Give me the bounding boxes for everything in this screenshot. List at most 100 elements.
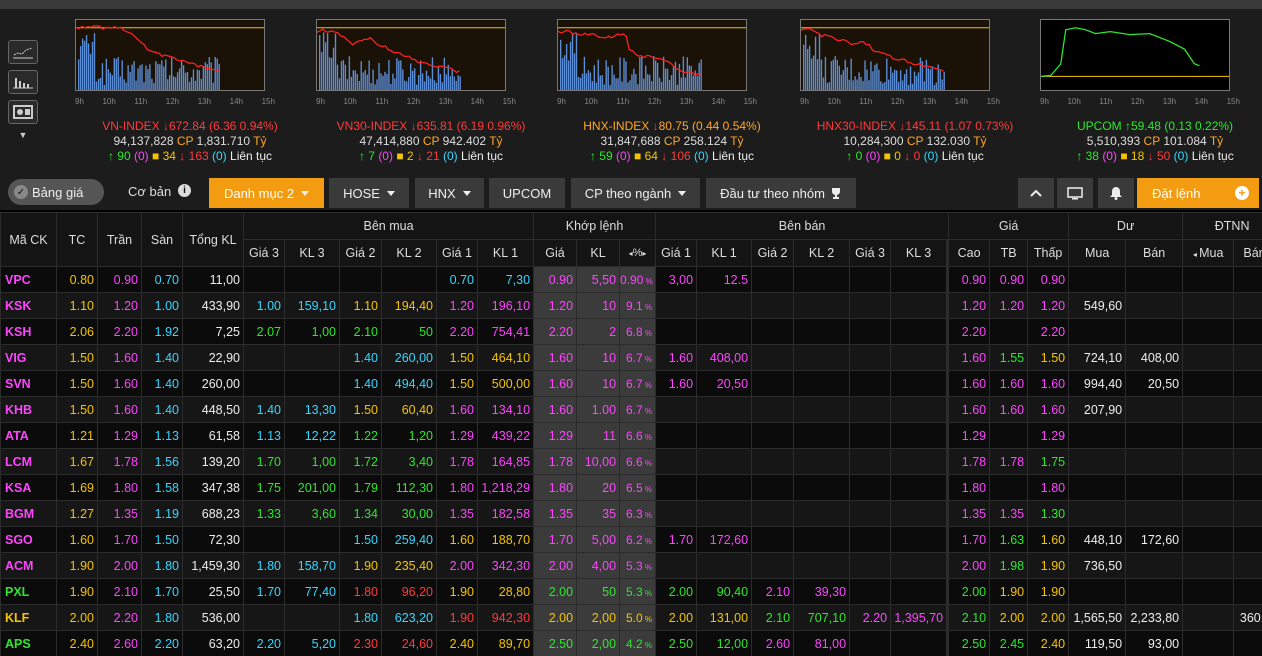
col-sell-kl3[interactable]: KL 3: [890, 239, 948, 267]
col-tran[interactable]: Trần: [97, 212, 142, 267]
index-intraday-chart[interactable]: [800, 19, 990, 91]
screen-layout-icon[interactable]: [8, 100, 38, 124]
col-sell-gia3[interactable]: Giá 3: [849, 239, 892, 267]
volume-bar: [410, 63, 412, 90]
cell-value: 448,10: [1083, 532, 1123, 547]
cell-symbol[interactable]: KLF: [0, 604, 57, 631]
notification-button[interactable]: [1098, 178, 1134, 208]
col-sell-kl2[interactable]: KL 2: [793, 239, 851, 267]
tab-hnx[interactable]: HNX: [415, 178, 484, 208]
table-row[interactable]: KSA 1.69 1.80 1.58 347,38 1.75 201,00 1.79 112,3…: [0, 474, 1262, 501]
index-intraday-chart[interactable]: [316, 19, 506, 91]
info-icon[interactable]: i: [178, 184, 191, 197]
more-tools-chevron-icon[interactable]: ▼: [8, 130, 38, 140]
cell-symbol[interactable]: KHB: [0, 396, 57, 423]
cell-match-kl: 11: [576, 422, 621, 449]
table-row[interactable]: ACM 1.90 2.00 1.80 1,459,30 1.80 158,70 1.90 235…: [0, 552, 1262, 579]
cell-value: 1.70: [154, 584, 179, 599]
advancers: 59: [599, 149, 613, 163]
cell-value: 1.50: [69, 376, 94, 391]
col-match-pct[interactable]: ◂%▸: [619, 239, 657, 267]
table-row[interactable]: ATA 1.21 1.29 1.13 61,58 1.13 12,22 1.22 1,20 1.2…: [0, 422, 1262, 449]
col-buy-kl1[interactable]: KL 1: [476, 239, 535, 267]
cell-symbol[interactable]: PXL: [0, 578, 57, 605]
hour-tick: 14h: [229, 97, 243, 106]
cell-value: 2.50: [668, 636, 694, 651]
cell-symbol[interactable]: KSA: [0, 474, 57, 501]
index-card-vn30-index[interactable]: 9h 10h 11h 12h 13h 14h 15h VN30-INDEX ↓635.81 (…: [316, 9, 546, 174]
col-thap[interactable]: Thấp: [1027, 239, 1070, 267]
cell-symbol[interactable]: VIG: [0, 344, 57, 371]
table-row[interactable]: LCM 1.67 1.78 1.56 139,20 1.70 1,00 1.72 3,40 1.7…: [0, 448, 1262, 475]
index-card-hnx30-index[interactable]: 9h 10h 11h 12h 13h 14h 15h HNX30-INDEX ↓145.11 …: [800, 9, 1030, 174]
col-tong-kl[interactable]: Tổng KL: [182, 212, 244, 267]
col-match-gia[interactable]: Giá: [533, 239, 578, 267]
col-buy-kl3[interactable]: KL 3: [284, 239, 340, 267]
col-nn-mua[interactable]: ◂ Mua: [1182, 239, 1235, 267]
bang-gia-toggle[interactable]: ✓ Bảng giá: [8, 179, 104, 205]
monitor-button[interactable]: [1057, 178, 1093, 208]
floor-count: (0): [212, 149, 227, 163]
col-nn-ban[interactable]: Bán ▸: [1233, 239, 1262, 267]
cell-symbol[interactable]: APS: [0, 630, 57, 656]
table-row[interactable]: SVN 1.50 1.60 1.40 260,00 1.40 494,40 1.50 500,0…: [0, 370, 1262, 397]
index-card-upcom[interactable]: 9h 10h 11h 12h 13h 14h 15h UPCOM ↑59.48 (0.13 0…: [1040, 9, 1262, 174]
index-intraday-chart[interactable]: [557, 19, 747, 91]
table-row[interactable]: VPC 0.80 0.90 0.70 11,00 0.70 7,30 0.90 5,50 0.90…: [0, 266, 1262, 293]
col-du-ban[interactable]: Bán: [1125, 239, 1184, 267]
tab-danh-muc-2[interactable]: Danh mục 2: [209, 178, 324, 208]
col-cao[interactable]: Cao: [948, 239, 991, 267]
index-name: UPCOM: [1076, 119, 1122, 133]
index-card-vn-index[interactable]: 9h 10h 11h 12h 13h 14h 15h VN-INDEX ↓672.84 (6.…: [75, 9, 305, 174]
cell-symbol[interactable]: BGM: [0, 500, 57, 527]
index-card-hnx-index[interactable]: 9h 10h 11h 12h 13h 14h 15h HNX-INDEX ↓80.75 (0.…: [557, 9, 787, 174]
cell-symbol[interactable]: VPC: [0, 266, 57, 293]
volume-bar: [406, 81, 408, 90]
col-tc[interactable]: TC: [56, 212, 98, 267]
tab-dau-tu-theo-nhom[interactable]: Đầu tư theo nhóm: [706, 178, 856, 208]
tab-cp-theo-nganh[interactable]: CP theo ngành: [571, 178, 700, 208]
col-buy-gia2[interactable]: Giá 2: [339, 239, 382, 267]
co-ban-label[interactable]: Cơ bản: [128, 184, 171, 199]
col-tb[interactable]: TB: [989, 239, 1029, 267]
cell-symbol[interactable]: SVN: [0, 370, 57, 397]
col-sell-gia2[interactable]: Giá 2: [751, 239, 795, 267]
line-chart-icon[interactable]: [8, 40, 38, 64]
table-row[interactable]: BGM 1.27 1.35 1.19 688,23 1.33 3,60 1.34 30,00 1.…: [0, 500, 1262, 527]
cell-buy-gia2: 1.80: [339, 578, 382, 605]
col-du-mua[interactable]: Mua: [1068, 239, 1127, 267]
table-row[interactable]: KSK 1.10 1.20 1.00 433,90 1.00 159,10 1.10 194,4…: [0, 292, 1262, 319]
table-row[interactable]: KSH 2.06 2.20 1.92 7,25 2.07 1,00 2.10 50 2.20 754…: [0, 318, 1262, 345]
col-ma-ck[interactable]: Mã CK: [0, 212, 57, 267]
table-row[interactable]: PXL 1.90 2.10 1.70 25,50 1.70 77,40 1.80 96,20 1.…: [0, 578, 1262, 605]
index-intraday-chart[interactable]: [75, 19, 265, 91]
table-row[interactable]: VIG 1.50 1.60 1.40 22,90 1.40 260,00 1.50 464,10…: [0, 344, 1262, 371]
cell-sell-gia2: 2.10: [751, 604, 795, 631]
cell-symbol[interactable]: LCM: [0, 448, 57, 475]
col-sell-kl1[interactable]: KL 1: [696, 239, 753, 267]
tab-hose[interactable]: HOSE: [329, 178, 409, 208]
col-san[interactable]: Sàn: [141, 212, 183, 267]
col-sell-gia1[interactable]: Giá 1: [655, 239, 698, 267]
cell-symbol[interactable]: ACM: [0, 552, 57, 579]
col-buy-kl2[interactable]: KL 2: [381, 239, 437, 267]
volume-chart-icon[interactable]: [8, 70, 38, 94]
col-buy-gia3[interactable]: Giá 3: [243, 239, 285, 267]
cell-sell-gia3: [849, 396, 892, 423]
tab-upcom[interactable]: UPCOM: [489, 178, 565, 208]
col-match-kl[interactable]: KL: [576, 239, 621, 267]
cell-symbol[interactable]: KSH: [0, 318, 57, 345]
col-buy-gia1[interactable]: Giá 1: [436, 239, 478, 267]
cell-sell-kl1: [696, 318, 753, 345]
dat-lenh-button[interactable]: Đặt lệnh +: [1137, 178, 1259, 208]
table-row[interactable]: SGO 1.60 1.70 1.50 72,30 1.50 259,40 1.60 188,70…: [0, 526, 1262, 553]
collapse-button[interactable]: [1018, 178, 1054, 208]
index-intraday-chart[interactable]: [1040, 19, 1230, 91]
cell-symbol[interactable]: ATA: [0, 422, 57, 449]
table-row[interactable]: APS 2.40 2.60 2.20 63,20 2.20 5,20 2.30 24,60 2.4…: [0, 630, 1262, 656]
table-row[interactable]: KLF 2.00 2.20 1.80 536,00 1.80 623,20 1.90 942,3…: [0, 604, 1262, 631]
table-row[interactable]: KHB 1.50 1.60 1.40 448,50 1.40 13,30 1.50 60,40 1…: [0, 396, 1262, 423]
cell-symbol[interactable]: KSK: [0, 292, 57, 319]
volume-bar: [627, 82, 629, 90]
cell-symbol[interactable]: SGO: [0, 526, 57, 553]
